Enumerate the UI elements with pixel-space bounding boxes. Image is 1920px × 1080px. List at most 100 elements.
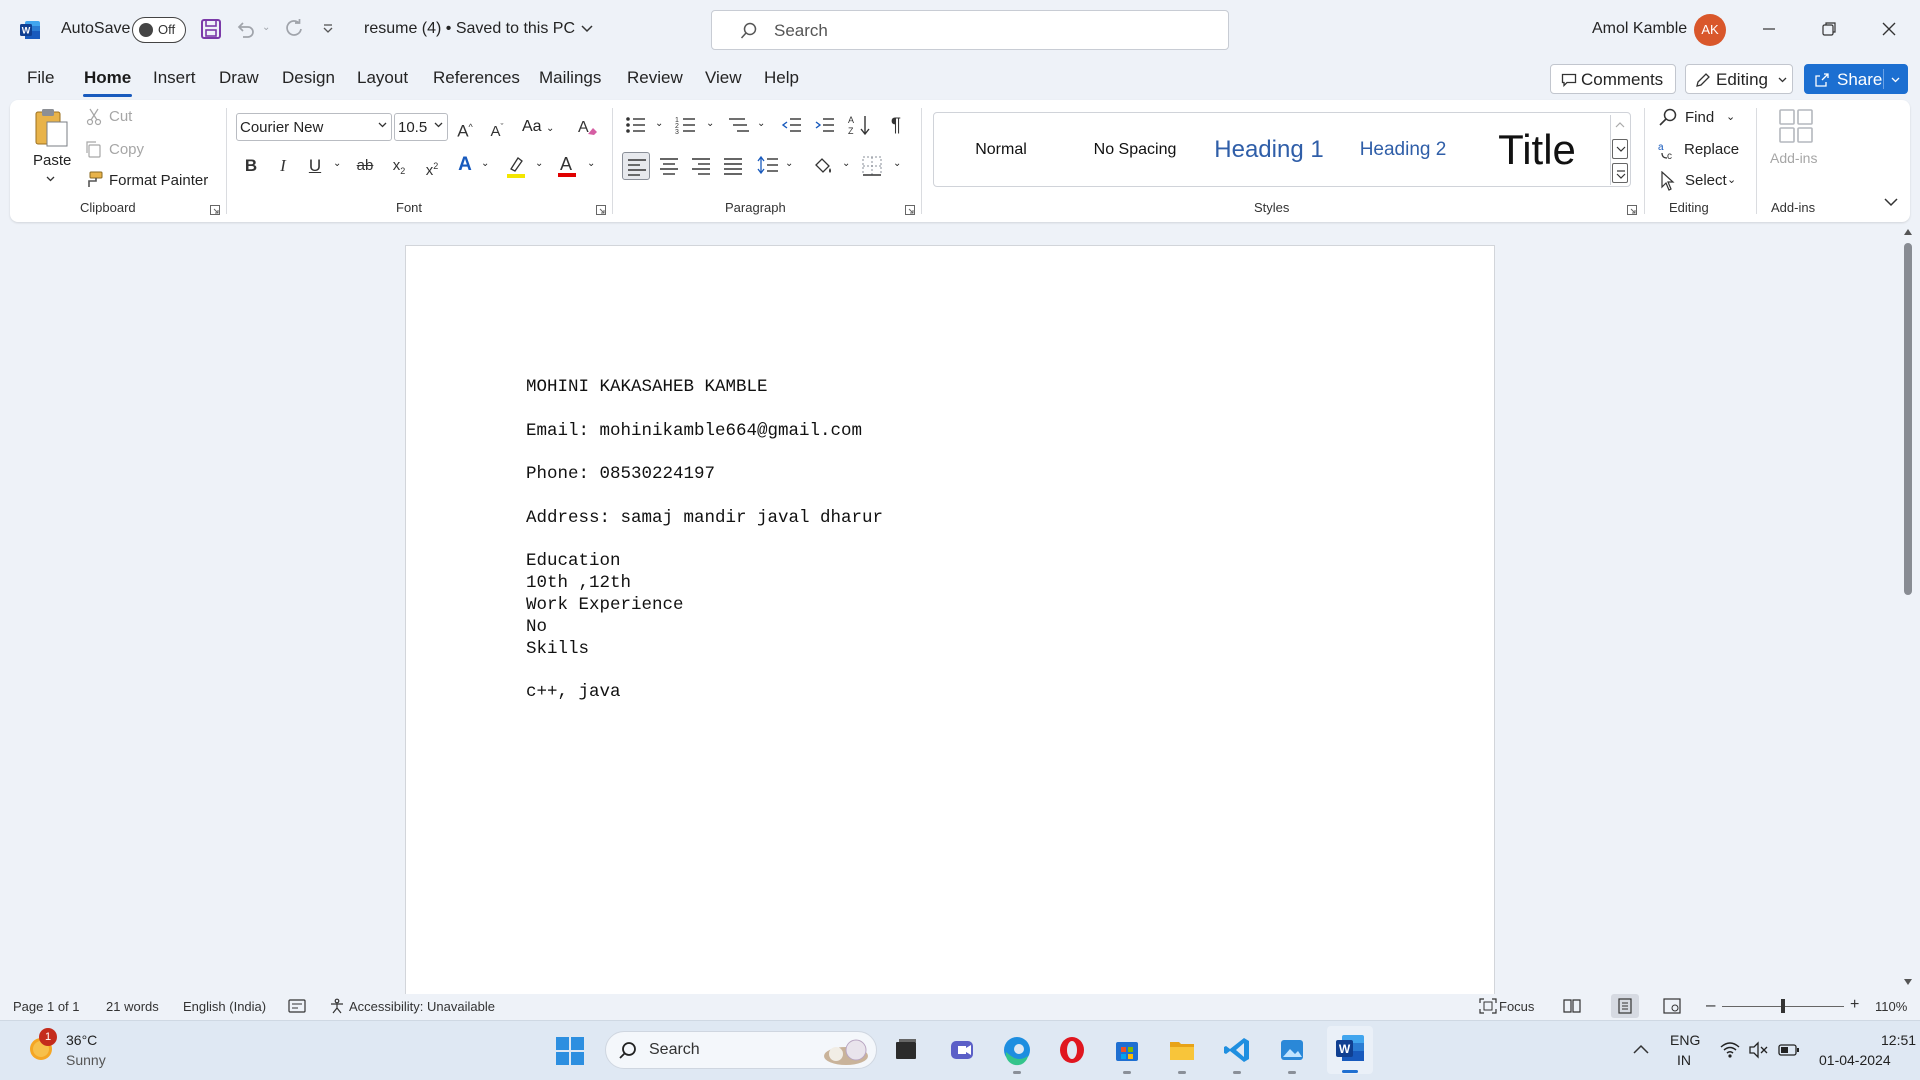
style-title[interactable]: Title — [1470, 113, 1604, 186]
style-heading-2[interactable]: Heading 2 — [1336, 113, 1470, 186]
vertical-scrollbar-thumb[interactable] — [1904, 243, 1912, 595]
word-count[interactable]: 21 words — [106, 999, 159, 1014]
dialog-launcher-icon[interactable] — [905, 205, 915, 215]
accessibility-status[interactable]: Accessibility: Unavailable — [349, 999, 495, 1014]
borders-dropdown-icon[interactable]: ⌄ — [893, 158, 901, 169]
bullets-icon[interactable] — [625, 115, 649, 135]
copy-button[interactable]: Copy — [109, 141, 144, 158]
shrink-font-icon[interactable]: Aˇ — [485, 115, 509, 140]
paste-button[interactable]: Paste — [33, 152, 71, 169]
underline-icon[interactable]: U — [303, 154, 327, 178]
scroll-down-icon[interactable] — [1903, 978, 1913, 986]
justify-icon[interactable] — [723, 157, 743, 175]
decrease-indent-icon[interactable] — [781, 115, 803, 135]
zoom-level[interactable]: 110% — [1875, 999, 1907, 1014]
redo-icon[interactable] — [283, 18, 305, 40]
tab-review[interactable]: Review — [627, 68, 683, 88]
print-layout-button[interactable] — [1611, 994, 1639, 1018]
find-dropdown-icon[interactable]: ⌄ — [1726, 110, 1735, 123]
format-painter-button[interactable]: Format Painter — [109, 172, 208, 189]
tab-view[interactable]: View — [705, 68, 742, 88]
chevron-down-icon[interactable] — [46, 176, 55, 182]
tab-mailings[interactable]: Mailings — [539, 68, 601, 88]
tab-help[interactable]: Help — [764, 68, 799, 88]
tab-draw[interactable]: Draw — [219, 68, 259, 88]
show-formatting-marks-icon[interactable]: ¶ — [884, 114, 908, 138]
dialog-launcher-icon[interactable] — [596, 205, 606, 215]
clock-time[interactable]: 12:51 — [1881, 1032, 1916, 1048]
dialog-launcher-icon[interactable] — [1627, 205, 1637, 215]
zoom-slider-thumb[interactable] — [1781, 999, 1785, 1013]
microsoft-store-icon[interactable] — [1107, 1030, 1147, 1070]
add-ins-button[interactable]: Add-ins — [1770, 150, 1817, 166]
proofing-icon[interactable] — [288, 998, 306, 1014]
font-color-icon[interactable]: A — [556, 153, 578, 179]
undo-icon[interactable] — [234, 18, 256, 40]
align-center-icon[interactable] — [659, 157, 679, 175]
bullets-dropdown-icon[interactable]: ⌄ — [655, 118, 663, 129]
line-spacing-dropdown-icon[interactable]: ⌄ — [785, 158, 793, 169]
undo-dropdown-icon[interactable]: ⌄ — [262, 22, 270, 33]
scroll-up-icon[interactable] — [1615, 121, 1625, 128]
style-normal[interactable]: Normal — [934, 113, 1068, 186]
replace-button[interactable]: Replace — [1684, 141, 1739, 158]
photos-app-icon[interactable] — [1272, 1030, 1312, 1070]
paste-icon[interactable] — [32, 106, 70, 147]
edge-browser-icon[interactable] — [997, 1030, 1037, 1070]
tab-references[interactable]: References — [433, 68, 520, 88]
tab-file[interactable]: File — [27, 68, 54, 88]
dialog-launcher-icon[interactable] — [210, 205, 220, 215]
align-left-button[interactable] — [622, 152, 650, 180]
task-view-icon[interactable] — [886, 1030, 926, 1070]
tab-design[interactable]: Design — [282, 68, 335, 88]
read-mode-icon[interactable] — [1563, 998, 1581, 1014]
shading-icon[interactable] — [812, 155, 834, 177]
change-case-button[interactable]: Aa ⌄ — [522, 118, 554, 136]
vscode-icon[interactable] — [1217, 1030, 1257, 1070]
numbering-dropdown-icon[interactable]: ⌄ — [706, 118, 714, 129]
restore-icon[interactable] — [1820, 20, 1838, 38]
language-status[interactable]: English (India) — [183, 999, 266, 1014]
scroll-up-icon[interactable] — [1903, 228, 1913, 236]
opera-browser-icon[interactable] — [1052, 1030, 1092, 1070]
save-icon[interactable] — [200, 18, 222, 40]
text-effects-icon[interactable]: A — [453, 153, 477, 177]
focus-button[interactable]: Focus — [1499, 999, 1534, 1014]
underline-dropdown-icon[interactable]: ⌄ — [333, 158, 341, 169]
autosave-toggle[interactable]: Off — [132, 17, 186, 43]
file-explorer-icon[interactable] — [1162, 1030, 1202, 1070]
share-button[interactable]: Share — [1804, 64, 1908, 94]
battery-icon[interactable] — [1778, 1043, 1800, 1057]
zoom-out-icon[interactable]: – — [1706, 995, 1715, 1015]
document-page[interactable] — [405, 245, 1495, 1005]
show-hidden-icons-icon[interactable] — [1633, 1044, 1649, 1054]
teams-meet-icon[interactable] — [942, 1030, 982, 1070]
document-title[interactable]: resume (4) • Saved to this PC — [364, 20, 593, 38]
line-spacing-icon[interactable] — [756, 155, 780, 175]
weather-temperature[interactable]: 36°C — [66, 1032, 97, 1048]
select-dropdown-icon[interactable]: ⌄ — [1727, 173, 1736, 186]
language-indicator-top[interactable]: ENG — [1670, 1032, 1700, 1048]
clear-formatting-icon[interactable]: A — [576, 116, 598, 138]
numbering-icon[interactable]: 123 — [675, 115, 699, 135]
tab-insert[interactable]: Insert — [153, 68, 196, 88]
highlight-icon[interactable] — [505, 155, 527, 179]
align-right-icon[interactable] — [691, 157, 711, 175]
font-name-combo[interactable]: Courier New — [236, 113, 392, 141]
ribbon-options-icon[interactable] — [1884, 198, 1898, 207]
customize-quick-access-icon[interactable] — [322, 24, 334, 34]
scroll-down-button[interactable] — [1612, 139, 1628, 159]
font-color-dropdown-icon[interactable]: ⌄ — [587, 158, 595, 169]
speaker-muted-icon[interactable] — [1748, 1041, 1768, 1059]
chevron-down-icon[interactable] — [1891, 77, 1900, 83]
close-icon[interactable] — [1880, 20, 1898, 38]
style-heading-1[interactable]: Heading 1 — [1202, 113, 1336, 186]
grow-font-icon[interactable]: A^ — [453, 115, 477, 141]
minimize-icon[interactable] — [1760, 20, 1778, 38]
highlight-dropdown-icon[interactable]: ⌄ — [535, 158, 543, 169]
styles-more-button[interactable] — [1612, 163, 1628, 183]
select-button[interactable]: Select — [1685, 172, 1727, 189]
strikethrough-icon[interactable]: ab — [353, 154, 377, 178]
multilevel-list-icon[interactable] — [727, 115, 751, 135]
avatar[interactable]: AK — [1694, 14, 1726, 46]
